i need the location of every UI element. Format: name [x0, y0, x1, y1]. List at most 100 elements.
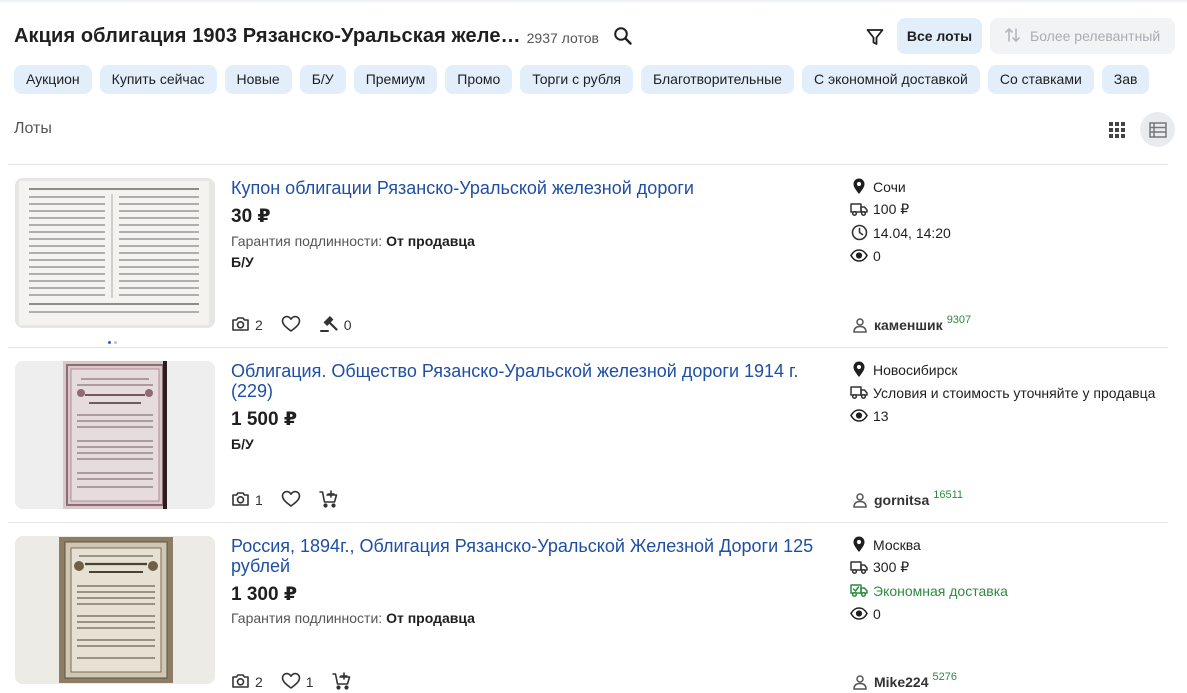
photo-count: 2 — [255, 317, 263, 333]
delivery-row: 100 ₽ — [850, 198, 1180, 221]
filter-chips: Аукцион Купить сейчас Новые Б/У Премиум Промо… — [14, 65, 1187, 95]
photos-button[interactable]: 2 — [231, 672, 263, 692]
lot-item: Облигация. Общество Рязанско-Уральской ж… — [0, 361, 1187, 521]
add-to-cart-button[interactable] — [331, 671, 352, 693]
lot-condition: Б/У — [231, 436, 254, 452]
sort-button[interactable]: Более релевантный — [990, 18, 1175, 54]
lot-actions: 1 — [231, 489, 357, 511]
lot-count: 2937 лотов — [526, 30, 599, 46]
cart-plus-icon — [318, 489, 339, 511]
heart-icon — [281, 672, 301, 693]
lot-title[interactable]: Россия, 1894г., Облигация Рязанско-Ураль… — [231, 536, 841, 576]
lot-title[interactable]: Купон облигации Рязанско-Уральской желез… — [231, 178, 831, 198]
lot-title[interactable]: Облигация. Общество Рязанско-Уральской ж… — [231, 361, 841, 401]
lot-image[interactable] — [15, 178, 215, 328]
favorite-button[interactable] — [281, 490, 301, 511]
lot-actions: 2 0 — [231, 314, 370, 336]
chip-auction[interactable]: Аукцион — [14, 65, 92, 94]
clock-icon — [850, 224, 868, 242]
image-dots — [108, 331, 120, 344]
chip-with-bids[interactable]: Со ставками — [987, 65, 1094, 94]
location-pin-icon — [850, 361, 868, 379]
gavel-icon — [319, 315, 339, 336]
image-dots — [108, 688, 120, 692]
location-row: Москва — [850, 533, 1180, 556]
chip-more[interactable]: Зав — [1101, 65, 1150, 94]
heart-icon — [281, 315, 301, 336]
seller-name: gornitsa — [874, 492, 930, 508]
like-count: 1 — [305, 674, 314, 690]
user-icon — [852, 317, 868, 333]
end-time: 14.04, 14:20 — [873, 224, 951, 241]
chip-promo[interactable]: Промо — [445, 65, 513, 94]
view-count: 0 — [873, 605, 881, 622]
chip-from-ruble[interactable]: Торги с рубля — [520, 65, 633, 94]
lot-city: Новосибирск — [873, 361, 958, 378]
lot-item: Купон облигации Рязанско-Уральской желез… — [0, 178, 1187, 348]
eye-icon — [850, 605, 868, 623]
seller-name: Mike224 — [874, 674, 929, 690]
bid-count: 0 — [343, 317, 352, 333]
photos-button[interactable]: 1 — [231, 490, 263, 510]
chip-charity[interactable]: Благотворительные — [640, 65, 794, 94]
eco-delivery-label: Экономная доставка — [873, 582, 1008, 599]
authenticity-guarantee: Гарантия подлинности: От продавца — [231, 610, 475, 626]
eye-icon — [850, 247, 868, 265]
filter-icon[interactable] — [862, 24, 888, 50]
favorite-button[interactable] — [281, 315, 301, 336]
guarantee-label: Гарантия подлинности: — [231, 610, 383, 626]
guarantee-value: От продавца — [386, 233, 475, 249]
lot-image[interactable] — [15, 536, 215, 684]
truck-icon — [850, 384, 868, 402]
photos-button[interactable]: 2 — [231, 315, 263, 335]
authenticity-guarantee: Гарантия подлинности: От продавца — [231, 233, 475, 249]
chip-new[interactable]: Новые — [224, 65, 292, 94]
all-lots-button[interactable]: Все лоты — [897, 18, 982, 54]
delivery-terms: Условия и стоимость уточняйте у продавца — [873, 384, 1156, 401]
location-pin-icon — [850, 178, 868, 196]
lot-image[interactable] — [15, 361, 215, 509]
sort-label: Более релевантный — [1030, 28, 1161, 44]
location-pin-icon — [850, 536, 868, 554]
lot-item: Россия, 1894г., Облигация Рязанско-Ураль… — [0, 536, 1187, 693]
user-icon — [852, 674, 868, 690]
divider — [8, 522, 1168, 523]
eco-truck-icon — [850, 582, 868, 600]
views-row: 0 — [850, 602, 1180, 625]
seller-link[interactable]: gornitsa 16511 — [852, 489, 964, 508]
photo-count: 1 — [255, 492, 263, 508]
search-icon[interactable] — [611, 24, 635, 48]
seller-link[interactable]: Mike224 5276 — [852, 671, 957, 690]
seller-link[interactable]: каменшик 9307 — [852, 314, 972, 333]
chip-eco-delivery[interactable]: С экономной доставкой — [801, 65, 980, 94]
cart-plus-icon — [331, 671, 352, 693]
chip-buy-now[interactable]: Купить сейчас — [99, 65, 217, 94]
lot-condition: Б/У — [231, 254, 254, 270]
view-count: 13 — [873, 407, 889, 424]
section-title: Лоты — [14, 120, 52, 137]
eco-delivery-row: Экономная доставка — [850, 579, 1180, 602]
grid-view-icon[interactable] — [1103, 116, 1131, 144]
divider — [8, 347, 1168, 348]
seller-rating: 16511 — [933, 489, 964, 501]
add-to-cart-button[interactable] — [318, 489, 339, 511]
eye-icon — [850, 407, 868, 425]
camera-icon — [231, 315, 250, 335]
favorite-button[interactable]: 1 — [281, 672, 314, 693]
guarantee-label: Гарантия подлинности: — [231, 233, 383, 249]
view-count: 0 — [873, 247, 881, 264]
divider — [8, 164, 1168, 165]
chip-premium[interactable]: Премиум — [353, 65, 438, 94]
seller-rating: 5276 — [932, 671, 957, 683]
seller-name: каменшик — [874, 317, 943, 333]
lot-meta: Новосибирск Условия и стоимость уточняйт… — [850, 358, 1180, 427]
user-icon — [852, 492, 868, 508]
chip-used[interactable]: Б/У — [299, 65, 346, 94]
lot-city: Москва — [873, 536, 921, 553]
truck-icon — [850, 559, 868, 577]
lot-meta: Москва 300 ₽ Экономная доставка 0 — [850, 533, 1180, 625]
bids-button[interactable]: 0 — [319, 315, 352, 336]
list-view-icon[interactable] — [1140, 112, 1175, 147]
seller-rating: 9307 — [946, 314, 972, 326]
time-row: 14.04, 14:20 — [850, 221, 1180, 244]
